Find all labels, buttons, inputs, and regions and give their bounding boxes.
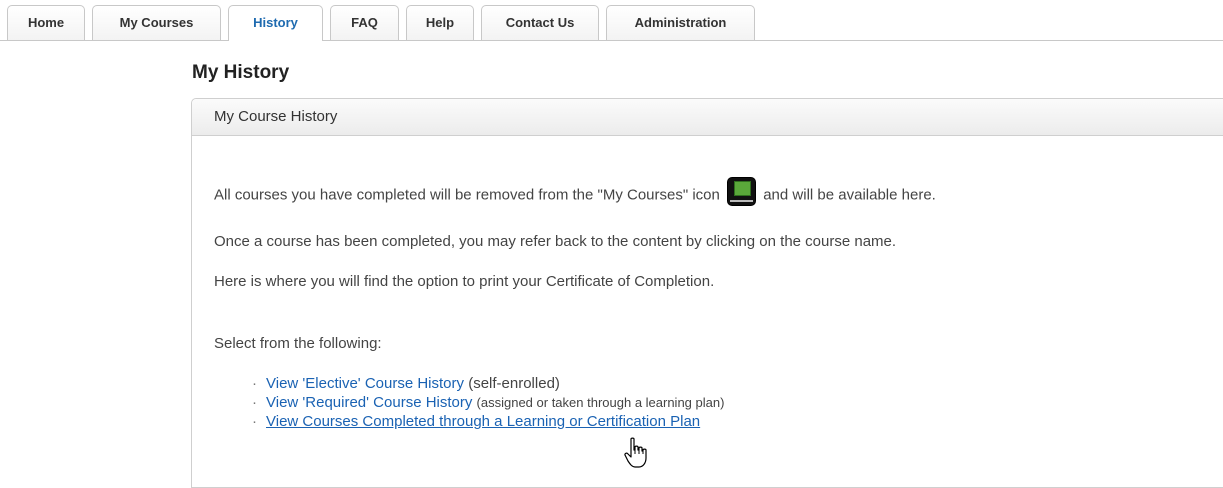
required-history-link[interactable]: View 'Required' Course History (266, 394, 472, 411)
bullet: · (252, 375, 257, 392)
refer-back-paragraph: Once a course has been completed, you ma… (214, 233, 897, 250)
plan-completed-courses-link[interactable]: View Courses Completed through a Learnin… (266, 413, 700, 430)
bullet: · (252, 413, 257, 430)
panel-header: My Course History (192, 99, 1223, 136)
list-item-plan: · View Courses Completed through a Learn… (252, 412, 724, 431)
tab-faq[interactable]: FAQ (330, 5, 399, 40)
elective-history-link[interactable]: View 'Elective' Course History (266, 375, 464, 392)
tab-divider (0, 40, 1223, 41)
page-title: My History (192, 62, 290, 83)
bullet: · (252, 394, 257, 411)
tab-contact-us[interactable]: Contact Us (481, 5, 599, 40)
intro-text-before-icon: All courses you have completed will be r… (214, 186, 720, 204)
tab-administration[interactable]: Administration (606, 5, 755, 40)
course-history-panel: My Course History All courses you have c… (191, 98, 1223, 488)
my-courses-icon-screen (734, 181, 752, 196)
history-link-list: · View 'Elective' Course History (self-e… (252, 374, 724, 431)
intro-text-after-icon: and will be available here. (763, 186, 936, 204)
tab-home[interactable]: Home (7, 5, 85, 40)
elective-note: (self-enrolled) (468, 375, 560, 392)
certificate-paragraph: Here is where you will find the option t… (214, 273, 715, 290)
required-note: (assigned or taken through a learning pl… (476, 395, 725, 410)
intro-paragraph: All courses you have completed will be r… (214, 178, 936, 205)
tab-my-courses[interactable]: My Courses (92, 5, 221, 40)
my-courses-icon (728, 178, 756, 205)
my-courses-icon-caption (730, 200, 754, 202)
list-item-elective: · View 'Elective' Course History (self-e… (252, 374, 724, 393)
list-item-required: · View 'Required' Course History (assign… (252, 393, 724, 412)
tab-history[interactable]: History (228, 5, 323, 41)
top-navigation-tabs: Home My Courses History FAQ Help Contact… (0, 0, 1223, 41)
hand-pointer-cursor (624, 437, 647, 468)
select-prompt: Select from the following: (214, 335, 382, 352)
tab-help[interactable]: Help (406, 5, 474, 40)
